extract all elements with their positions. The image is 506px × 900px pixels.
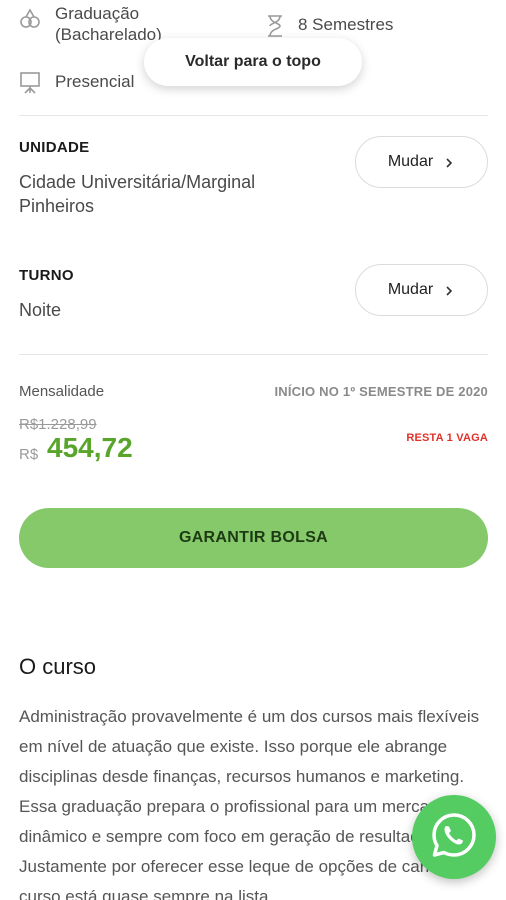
course-description: Administração provavelmente é um dos cur… (19, 707, 480, 900)
unit-label: UNIDADE (19, 139, 90, 156)
change-shift-button[interactable]: Mudar (355, 264, 488, 316)
shift-label: TURNO (19, 267, 74, 284)
course-title: O curso (19, 654, 97, 679)
chevron-right-icon (443, 156, 455, 168)
duration-info: 8 Semestres (264, 14, 393, 38)
currency-symbol: R$ (19, 446, 39, 463)
unit-value: Cidade Universitária/Marginal Pinheiros (19, 172, 256, 216)
duration-text: 8 Semestres (298, 15, 394, 34)
start-info: INÍCIO NO 1º SEMESTRE DE 2020 (274, 384, 488, 399)
modality-info: Presencial (19, 71, 134, 95)
graduation-icon (19, 7, 41, 31)
old-price: R$1.228,99 (19, 416, 97, 433)
modality-text: Presencial (55, 72, 135, 91)
back-to-top-button[interactable]: Voltar para o topo (144, 38, 362, 86)
divider (19, 115, 488, 116)
shift-value: Noite (19, 300, 62, 320)
whatsapp-icon (428, 809, 480, 866)
change-unit-button[interactable]: Mudar (355, 136, 488, 188)
change-unit-label: Mudar (387, 153, 434, 170)
whatsapp-button[interactable] (412, 795, 496, 879)
monthly-fee-label: Mensalidade (19, 383, 105, 400)
change-shift-label: Mudar (387, 281, 434, 298)
vacancy-badge: RESTA 1 VAGA (406, 432, 488, 444)
hourglass-icon (264, 14, 286, 38)
divider (19, 354, 488, 355)
chevron-right-icon (443, 284, 455, 296)
current-price: 454,72 (47, 432, 133, 463)
guarantee-scholarship-button[interactable]: GARANTIR BOLSA (19, 508, 488, 568)
presentation-board-icon (19, 71, 41, 95)
